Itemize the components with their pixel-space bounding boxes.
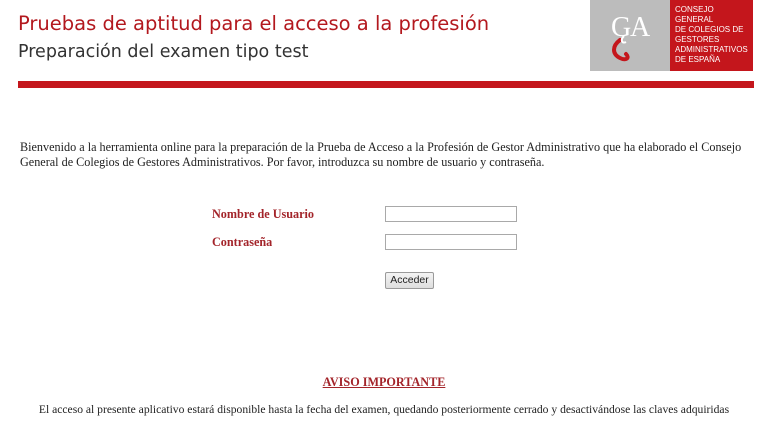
password-label: Contraseña [212, 235, 273, 249]
notice-title: AVISO IMPORTANTE [322, 375, 446, 389]
login-button[interactable]: Acceder [385, 272, 434, 289]
svg-text:A: A [630, 12, 651, 43]
logo-line: GESTORES [675, 35, 720, 44]
consejo-logo: G A CONSEJO GENERAL DE COLEGIOS DE GESTO… [590, 0, 753, 71]
ga-logo-icon: G A [590, 0, 670, 71]
password-input[interactable] [385, 234, 517, 250]
header-divider [18, 81, 754, 88]
notice-body: El acceso al presente aplicativo estará … [38, 403, 730, 416]
logo-line: CONSEJO GENERAL [675, 5, 714, 24]
page-title: Pruebas de aptitud para el acceso a la p… [18, 12, 490, 35]
logo-line: DE COLEGIOS DE [675, 25, 744, 34]
username-input[interactable] [385, 206, 517, 222]
logo-line: ADMINISTRATIVOS [675, 45, 748, 54]
intro-text: Bienvenido a la herramienta online para … [20, 140, 742, 169]
logo-text: CONSEJO GENERAL DE COLEGIOS DE GESTORES … [670, 0, 753, 71]
page-subtitle: Preparación del examen tipo test [18, 42, 309, 62]
logo-line: DE ESPAÑA [675, 55, 721, 64]
username-label: Nombre de Usuario [212, 207, 315, 221]
